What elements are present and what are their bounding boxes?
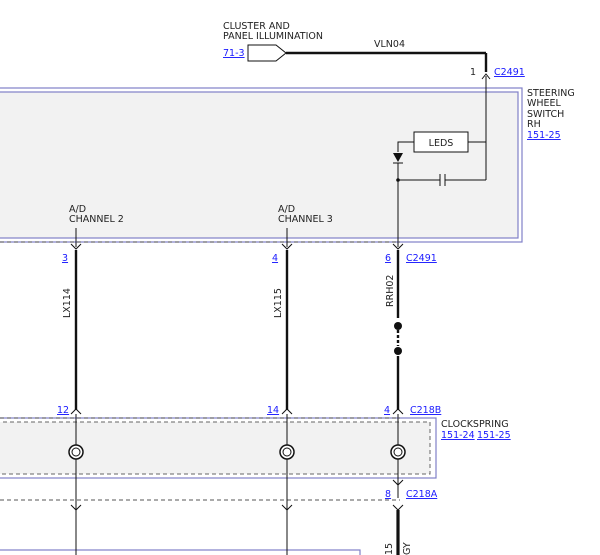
splice-dot-lower xyxy=(394,347,402,355)
switch-ref-link[interactable]: 151-25 xyxy=(527,130,561,141)
wire-lx114-label: LX114 xyxy=(62,288,73,318)
c218a-chevron xyxy=(392,504,404,511)
coil-icon-3 xyxy=(390,444,406,460)
channel3-line2: CHANNEL 3 xyxy=(278,214,333,225)
bottom-wire-color: GY xyxy=(402,542,413,555)
top-connector-link[interactable]: C2491 xyxy=(494,67,525,78)
junction-dot xyxy=(396,178,400,182)
c218a-connector-link[interactable]: C218A xyxy=(406,489,438,500)
cluster-connector-symbol xyxy=(247,44,287,62)
clockspring-module xyxy=(0,417,437,479)
lower-module-box xyxy=(0,549,361,555)
coil-icon-2 xyxy=(279,444,295,460)
c2491-pin4[interactable]: 4 xyxy=(272,253,278,264)
c218b-connector-link[interactable]: C218B xyxy=(410,405,441,416)
splice-dot-upper xyxy=(394,322,402,330)
c2491-pin6[interactable]: 6 xyxy=(385,253,391,264)
wire-rrh02-label: RRH02 xyxy=(385,275,396,307)
channel2-line2: CHANNEL 2 xyxy=(69,214,124,225)
wire-vln04-label: VLN04 xyxy=(374,39,405,50)
leds-label: LEDS xyxy=(429,138,454,149)
clockspring-label: CLOCKSPRING xyxy=(441,419,509,430)
clockspring-ref1-link[interactable]: 151-24 xyxy=(441,430,475,441)
bottom-wire-label: 15 xyxy=(384,543,395,555)
top-pin: 1 xyxy=(470,67,476,78)
c2491-bottom-connector-link[interactable]: C2491 xyxy=(406,253,437,264)
coil-icon-1 xyxy=(68,444,84,460)
c218b-pin12[interactable]: 12 xyxy=(57,405,69,416)
cluster-illumination: CLUSTER AND PANEL ILLUMINATION 71-3 VLN0… xyxy=(223,21,486,62)
c218b-pin4[interactable]: 4 xyxy=(384,405,390,416)
c2491-pin3[interactable]: 3 xyxy=(62,253,68,264)
switch-label-line4: RH xyxy=(527,119,541,130)
wiring-diagram: CLUSTER AND PANEL ILLUMINATION 71-3 VLN0… xyxy=(0,21,575,555)
switch-label-line2: WHEEL xyxy=(527,98,562,109)
wire-lx115-label: LX115 xyxy=(273,288,284,318)
cluster-label-line2: PANEL ILLUMINATION xyxy=(223,31,323,42)
cluster-ref-link[interactable]: 71-3 xyxy=(223,48,245,59)
clockspring-ref2-link[interactable]: 151-25 xyxy=(477,430,511,441)
c218b-pin14[interactable]: 14 xyxy=(267,405,279,416)
c218a-pin8[interactable]: 8 xyxy=(385,489,391,500)
